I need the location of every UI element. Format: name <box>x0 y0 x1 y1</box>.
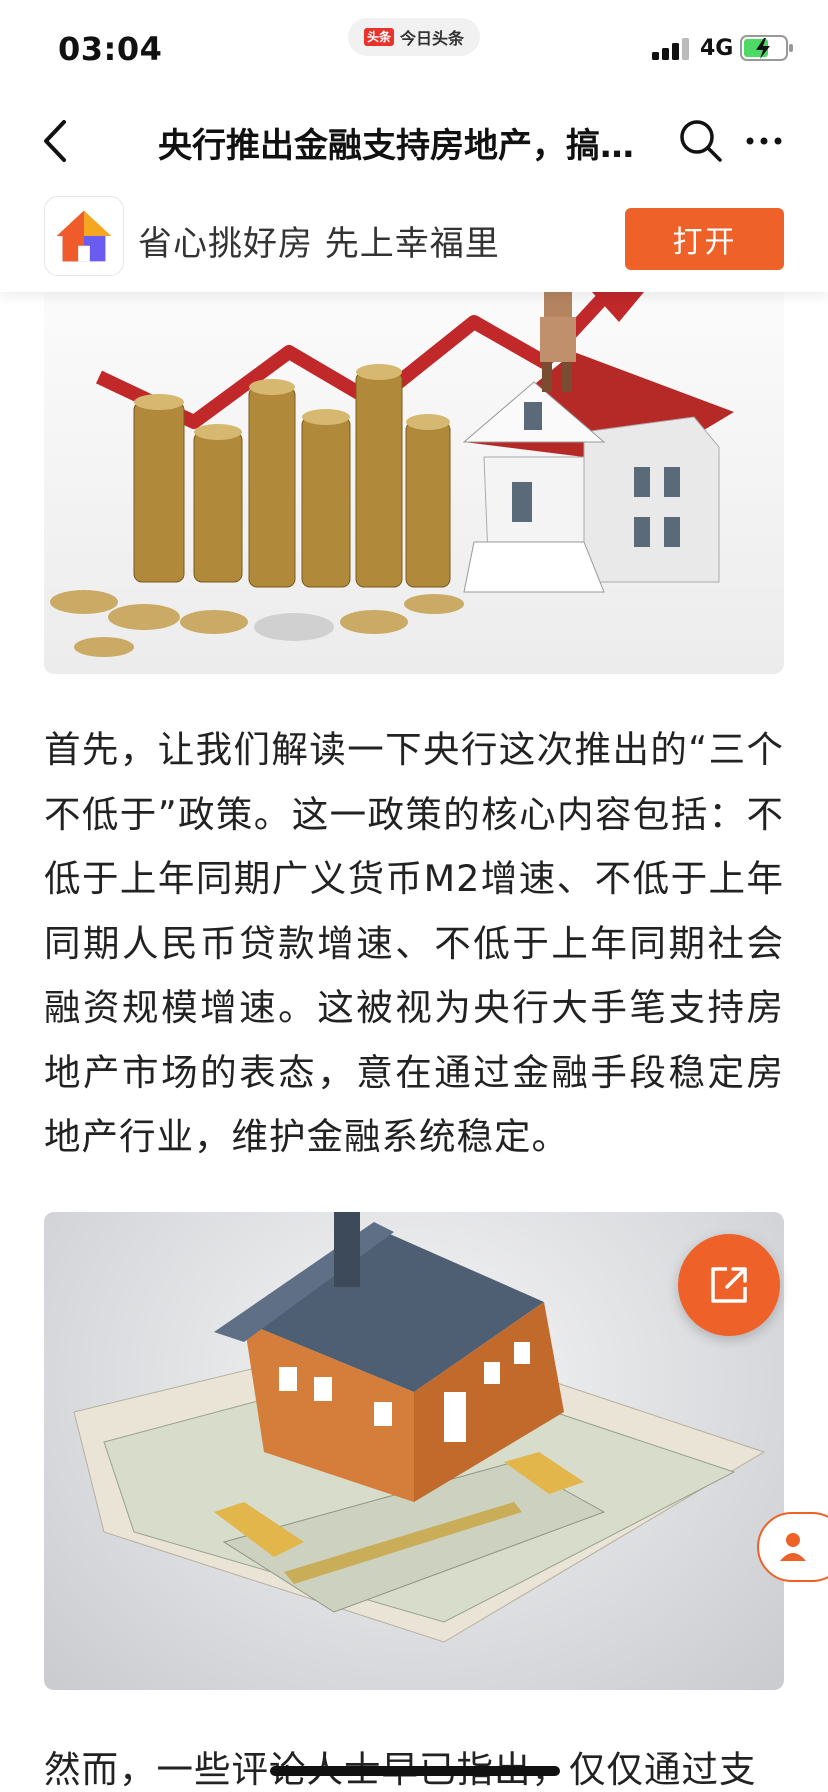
back-icon[interactable] <box>36 116 76 166</box>
more-icon[interactable] <box>744 126 784 156</box>
article-image-coins-house[interactable] <box>44 292 784 674</box>
article-paragraph-partial: 然而，一些评论人士早已指出，仅仅通过支 <box>44 1738 784 1792</box>
app-house-icon <box>56 210 112 262</box>
battery-icon <box>740 35 793 61</box>
share-icon <box>711 1267 747 1303</box>
article-nav-bar: 央行推出金融支持房地产，搞… <box>0 96 828 186</box>
article-image-house-money[interactable] <box>44 1212 784 1690</box>
banner-slogan: 省心挑好房 先上幸福里 <box>138 224 500 264</box>
floating-profile-tab[interactable] <box>757 1512 828 1582</box>
toutiao-logo-icon: 头条 <box>363 28 394 46</box>
person-icon <box>780 1533 806 1561</box>
network-type: 4G <box>700 36 734 61</box>
app-source-pill[interactable]: 头条 今日头条 <box>348 18 480 56</box>
signal-icon <box>652 38 689 60</box>
article-title: 央行推出金融支持房地产，搞… <box>158 126 634 166</box>
search-icon[interactable] <box>676 116 724 164</box>
share-button[interactable] <box>678 1234 780 1336</box>
app-logo <box>44 196 124 276</box>
open-app-button[interactable]: 打开 <box>625 208 784 270</box>
house-on-money-illustration <box>73 1212 766 1643</box>
home-indicator[interactable] <box>270 1766 560 1776</box>
coins-house-illustration <box>50 292 734 657</box>
status-time: 03:04 <box>58 30 163 68</box>
app-source-name: 今日头条 <box>400 29 465 48</box>
article-paragraph: 首先，让我们解读一下央行这次推出的“三个不低于”政策。这一政策的核心内容包括：不… <box>44 728 784 1158</box>
status-bar: 03:04 头条 今日头条 4G <box>0 0 828 96</box>
app-download-banner[interactable]: 省心挑好房 先上幸福里 打开 <box>0 186 828 292</box>
